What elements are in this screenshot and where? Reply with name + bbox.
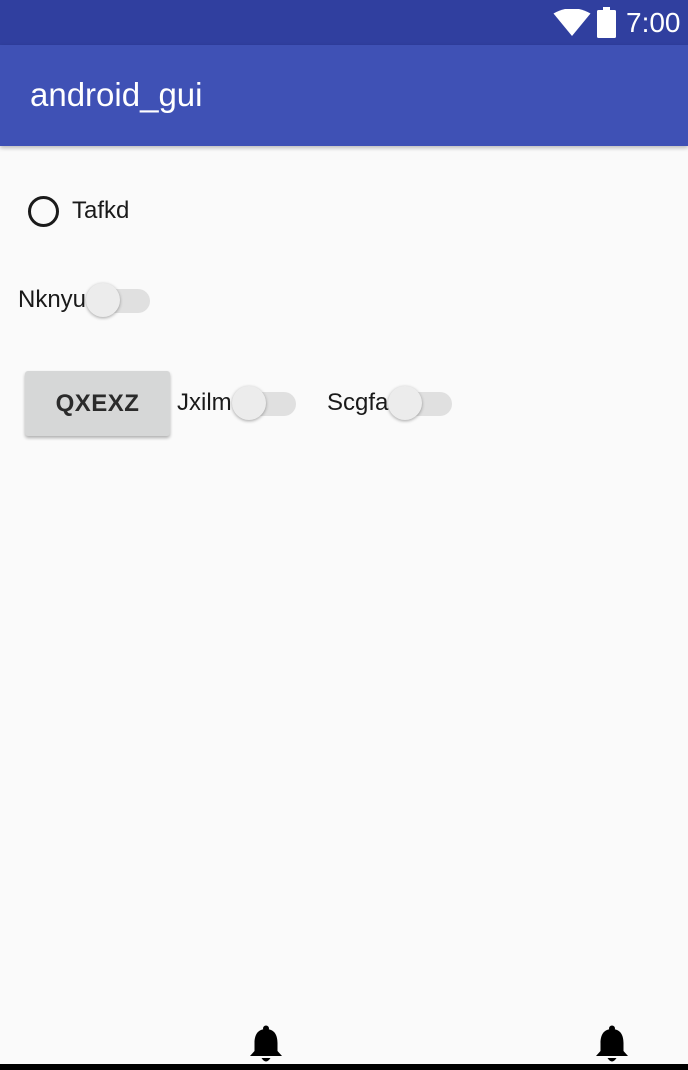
- bell-icon[interactable]: [249, 1025, 283, 1064]
- qxexz-button[interactable]: QXEXZ: [25, 371, 170, 436]
- switch-label: Jxilm: [177, 389, 232, 416]
- wifi-icon: [553, 9, 591, 36]
- radio-label: Tafkd: [72, 197, 130, 224]
- app-title: android_gui: [30, 76, 203, 113]
- switch-thumb[interactable]: [86, 283, 121, 317]
- switch-jxilm[interactable]: Jxilm: [177, 383, 298, 423]
- switch-thumb[interactable]: [231, 386, 266, 420]
- battery-icon: [597, 7, 616, 38]
- navigation-bar: [0, 1064, 688, 1070]
- switch-scgfa[interactable]: Scgfa: [327, 383, 454, 423]
- status-bar: 7:00: [0, 0, 688, 45]
- toggle-switch[interactable]: [231, 383, 298, 423]
- status-clock: 7:00: [626, 7, 681, 38]
- app-bar: android_gui: [0, 45, 688, 146]
- bell-icon[interactable]: [595, 1025, 629, 1064]
- switch-label: Nknyu: [18, 286, 87, 313]
- switch-label: Scgfa: [327, 389, 389, 416]
- radio-circle-icon[interactable]: [28, 195, 59, 227]
- toggle-switch[interactable]: [86, 280, 152, 320]
- radio-button-tafkd[interactable]: Tafkd: [28, 192, 129, 230]
- toggle-switch[interactable]: [388, 383, 454, 423]
- switch-nknyu[interactable]: Nknyu: [18, 280, 152, 320]
